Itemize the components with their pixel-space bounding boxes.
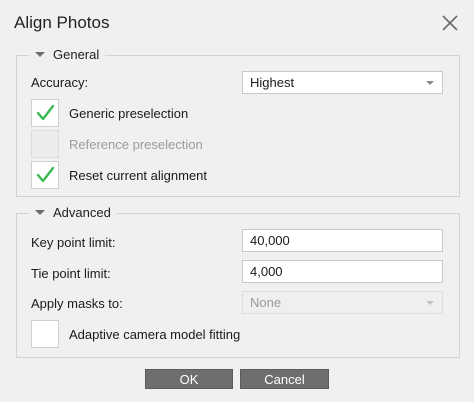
tie-point-limit-value: 4,000 [250,264,283,279]
advanced-group-header[interactable]: Advanced [29,205,117,220]
chevron-down-icon [426,301,434,305]
key-point-limit-input[interactable]: 40,000 [242,229,443,252]
tie-point-limit-input[interactable]: 4,000 [242,260,443,283]
general-group: General Accuracy: Highest Generic presel… [16,47,460,197]
caret-down-icon [35,210,45,215]
advanced-group: Advanced Key point limit: 40,000 Tie poi… [16,205,460,358]
apply-masks-select: None [242,291,443,314]
close-icon [442,15,458,31]
generic-preselection-label: Generic preselection [69,106,189,121]
ok-button[interactable]: OK [145,369,233,389]
accuracy-select[interactable]: Highest [242,71,443,94]
general-header-label: General [53,47,100,62]
align-photos-dialog: Align Photos General Accuracy: Highest G… [0,0,474,402]
reset-alignment-checkbox[interactable] [31,161,59,189]
accuracy-value: Highest [250,75,295,90]
dialog-titlebar: Align Photos [0,0,474,44]
cancel-button[interactable]: Cancel [240,369,329,389]
key-point-limit-value: 40,000 [250,233,290,248]
apply-masks-label: Apply masks to: [31,296,123,311]
key-point-limit-label: Key point limit: [31,235,116,250]
adaptive-fitting-checkbox[interactable] [31,320,59,348]
checkmark-icon [36,104,55,121]
adaptive-fitting-label: Adaptive camera model fitting [69,327,241,342]
close-button[interactable] [440,13,460,33]
general-group-header[interactable]: General [29,47,106,62]
chevron-down-icon [426,81,434,85]
reference-preselection-label: Reference preselection [69,137,203,152]
generic-preselection-checkbox[interactable] [31,99,59,127]
checkmark-icon [36,166,55,183]
accuracy-label: Accuracy: [31,75,89,90]
tie-point-limit-label: Tie point limit: [31,266,111,281]
dialog-title: Align Photos [14,13,110,32]
apply-masks-value: None [250,295,282,310]
caret-down-icon [35,52,45,57]
advanced-header-label: Advanced [53,205,111,220]
reset-alignment-label: Reset current alignment [69,168,208,183]
reference-preselection-checkbox [31,130,59,158]
